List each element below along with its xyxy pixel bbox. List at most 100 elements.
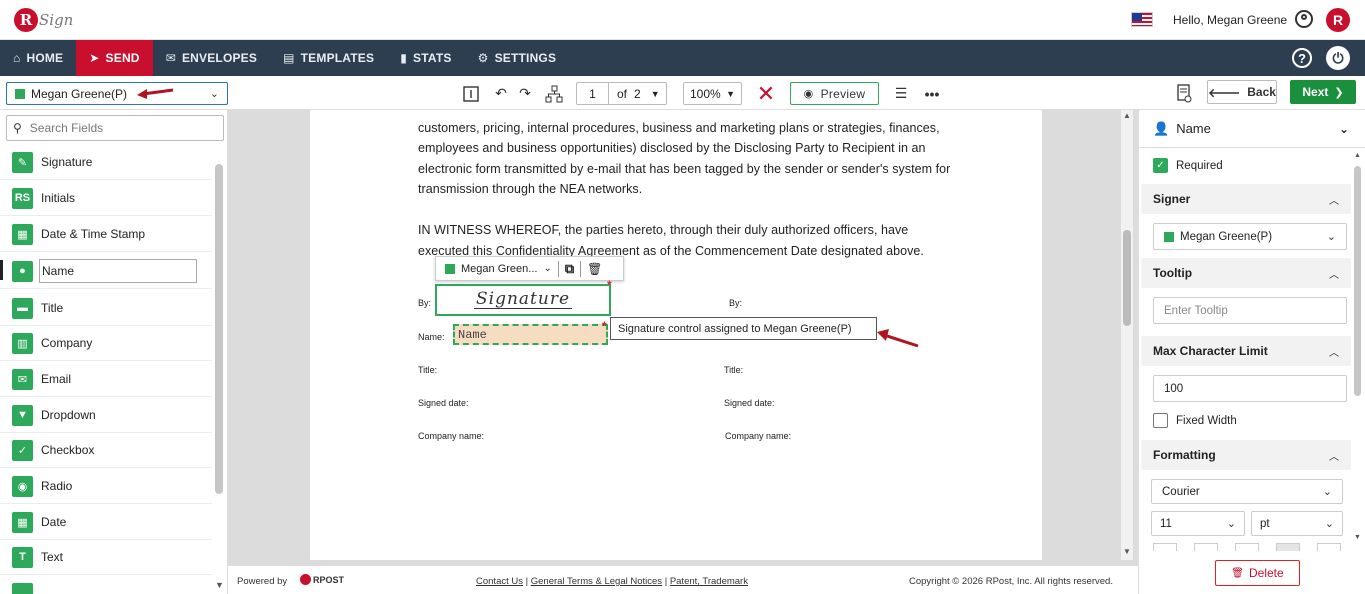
search-icon: ⚲ <box>13 121 22 135</box>
send-icon: ➤ <box>89 51 100 65</box>
nav-envelopes[interactable]: ✉ ENVELOPES <box>153 40 270 76</box>
delete-label: Delete <box>1249 566 1284 580</box>
scroll-down-icon[interactable]: ▼ <box>1123 547 1131 556</box>
search-fields-input[interactable]: ⚲ Search Fields <box>6 115 224 141</box>
field-name[interactable]: ● Name <box>0 254 212 289</box>
fixed-width-checkbox[interactable]: Fixed Width <box>1153 413 1237 428</box>
fit-page-icon[interactable] <box>460 82 482 105</box>
format-color-button[interactable] <box>1317 543 1341 551</box>
preview-button[interactable]: ◉ Preview <box>790 82 879 105</box>
field-radio[interactable]: ◉ Radio <box>0 469 212 504</box>
formatting-section-header[interactable]: Formatting ︿ <box>1141 440 1351 470</box>
control-signer-select[interactable]: Megan Green... <box>461 263 537 275</box>
required-checkbox[interactable]: ✓ Required <box>1153 158 1223 173</box>
scroll-up-icon[interactable]: ▲ <box>1354 152 1361 159</box>
field-date-time-stamp[interactable]: ▦ Date & Time Stamp <box>0 217 212 252</box>
name-control[interactable]: Name <box>453 324 608 345</box>
tooltip-section-header[interactable]: Tooltip ︿ <box>1141 258 1351 288</box>
signature-control[interactable]: Signature <box>435 284 611 316</box>
page-selector[interactable]: 1 of 2 ▼ <box>576 82 667 105</box>
field-more[interactable] <box>0 576 212 594</box>
control-tooltip: Signature control assigned to Megan Gree… <box>610 317 877 340</box>
font-size-value: 11 <box>1160 517 1172 530</box>
double-chevron-icon[interactable]: ⌄ <box>1339 122 1349 136</box>
nav-templates[interactable]: ▤ TEMPLATES <box>270 40 387 76</box>
nav-send[interactable]: ➤ SEND <box>76 40 153 76</box>
name-label: Name: <box>418 332 445 342</box>
zoom-select[interactable]: 100% ▼ <box>683 82 742 105</box>
back-button[interactable]: 🡐 Back <box>1207 80 1277 104</box>
signer-section-header[interactable]: Signer ︿ <box>1141 184 1351 214</box>
field-label: Text <box>41 550 64 564</box>
field-initials[interactable]: RS Initials <box>0 181 212 216</box>
format-underline-button[interactable] <box>1235 543 1259 551</box>
document-settings-icon[interactable] <box>1173 82 1195 105</box>
more-options-icon[interactable]: ••• <box>921 82 943 105</box>
title-label: Title: <box>418 365 438 375</box>
signer-dropdown[interactable]: Megan Greene(P) ⌄ <box>1153 223 1347 250</box>
hierarchy-icon[interactable] <box>543 82 565 105</box>
nav-settings[interactable]: ⚙ SETTINGS <box>465 40 570 76</box>
power-icon[interactable]: ⏻ <box>1326 46 1350 70</box>
undo-icon[interactable]: ↶ <box>490 82 512 105</box>
max-character-input[interactable]: 100 <box>1153 375 1347 402</box>
trash-icon[interactable]: 🗑 <box>587 262 602 276</box>
rpost-logo-text: RPOST <box>313 574 345 585</box>
preview-label: Preview <box>820 86 866 101</box>
field-signature[interactable]: ✎ Signature <box>0 145 212 180</box>
delete-button[interactable]: 🗑 Delete <box>1215 560 1300 586</box>
field-title[interactable]: ▬ Title <box>0 291 212 326</box>
clear-fields-icon[interactable]: ✕ <box>754 81 778 106</box>
help-icon[interactable]: ? <box>1292 48 1312 68</box>
scroll-up-icon[interactable]: ▲ <box>1123 111 1131 120</box>
user-profile-icon[interactable] <box>1295 10 1313 28</box>
terms-link[interactable]: General Terms & Legal Notices <box>531 576 662 587</box>
signer-select[interactable]: Megan Greene(P) ⌄ <box>6 82 228 105</box>
properties-panel: 👤 Name ⌄ ✓ Required Signer ︿ Megan Greene… <box>1138 110 1365 594</box>
format-align-button[interactable] <box>1276 543 1300 551</box>
nav-stats[interactable]: ▮ STATS <box>387 40 464 76</box>
field-date[interactable]: ▦ Date <box>0 505 212 540</box>
checkbox-checked-icon[interactable]: ✓ <box>1153 158 1168 173</box>
document-scrollbar[interactable]: ▲ ▼ <box>1121 110 1133 560</box>
properties-header[interactable]: 👤 Name ⌄ <box>1139 110 1365 148</box>
nav-home[interactable]: ⌂ HOME <box>0 40 76 76</box>
font-select[interactable]: Courier ⌄ <box>1151 479 1343 504</box>
gear-icon: ⚙ <box>477 51 489 65</box>
checkbox-unchecked-icon[interactable] <box>1153 413 1168 428</box>
field-text[interactable]: T Text <box>0 540 212 575</box>
format-bold-button[interactable] <box>1153 543 1177 551</box>
font-unit-select[interactable]: pt ⌄ <box>1251 511 1343 536</box>
redo-icon[interactable]: ↷ <box>514 82 536 105</box>
fields-scrollbar[interactable] <box>215 164 223 494</box>
format-italic-button[interactable] <box>1194 543 1218 551</box>
tooltip-input[interactable]: Enter Tooltip <box>1153 297 1347 324</box>
duplicate-icon[interactable]: ⧉ <box>565 261 574 277</box>
scroll-down-icon[interactable]: ▼ <box>215 580 224 590</box>
chevron-down-icon: ⌄ <box>1322 486 1332 498</box>
field-dropdown[interactable]: ▼ Dropdown <box>0 398 212 433</box>
scroll-thumb[interactable] <box>1123 230 1131 326</box>
align-icon[interactable]: ☰ <box>890 82 912 105</box>
logo-mark: R <box>14 8 38 32</box>
chevron-down-icon[interactable]: ⌄ <box>543 263 551 274</box>
checkbox-icon: ✓ <box>12 439 33 461</box>
patent-link[interactable]: Patent, Trademark <box>670 576 748 587</box>
field-label: Date & Time Stamp <box>41 227 146 241</box>
max-character-section-header[interactable]: Max Character Limit ︿ <box>1141 336 1351 366</box>
us-flag-icon[interactable] <box>1131 12 1153 27</box>
scroll-thumb[interactable] <box>1354 166 1361 396</box>
page-number-input[interactable]: 1 <box>577 83 609 104</box>
signer-dropdown-value: Megan Greene(P) <box>1180 230 1273 243</box>
field-checkbox[interactable]: ✓ Checkbox <box>0 433 212 468</box>
chevron-down-icon: ⌄ <box>1326 231 1336 243</box>
rsign-logo[interactable]: R Sign <box>14 6 73 34</box>
scroll-down-icon[interactable]: ▼ <box>1354 534 1361 541</box>
field-email[interactable]: ✉ Email <box>0 362 212 397</box>
font-size-select[interactable]: 11 ⌄ <box>1151 511 1245 536</box>
contact-us-link[interactable]: Contact Us <box>476 576 523 587</box>
field-company[interactable]: ▥ Company <box>0 326 212 361</box>
trash-icon: 🗑 <box>1231 567 1244 579</box>
next-button[interactable]: Next ❯ <box>1290 80 1356 104</box>
properties-scrollbar[interactable]: ▲ ▼ <box>1353 152 1363 542</box>
